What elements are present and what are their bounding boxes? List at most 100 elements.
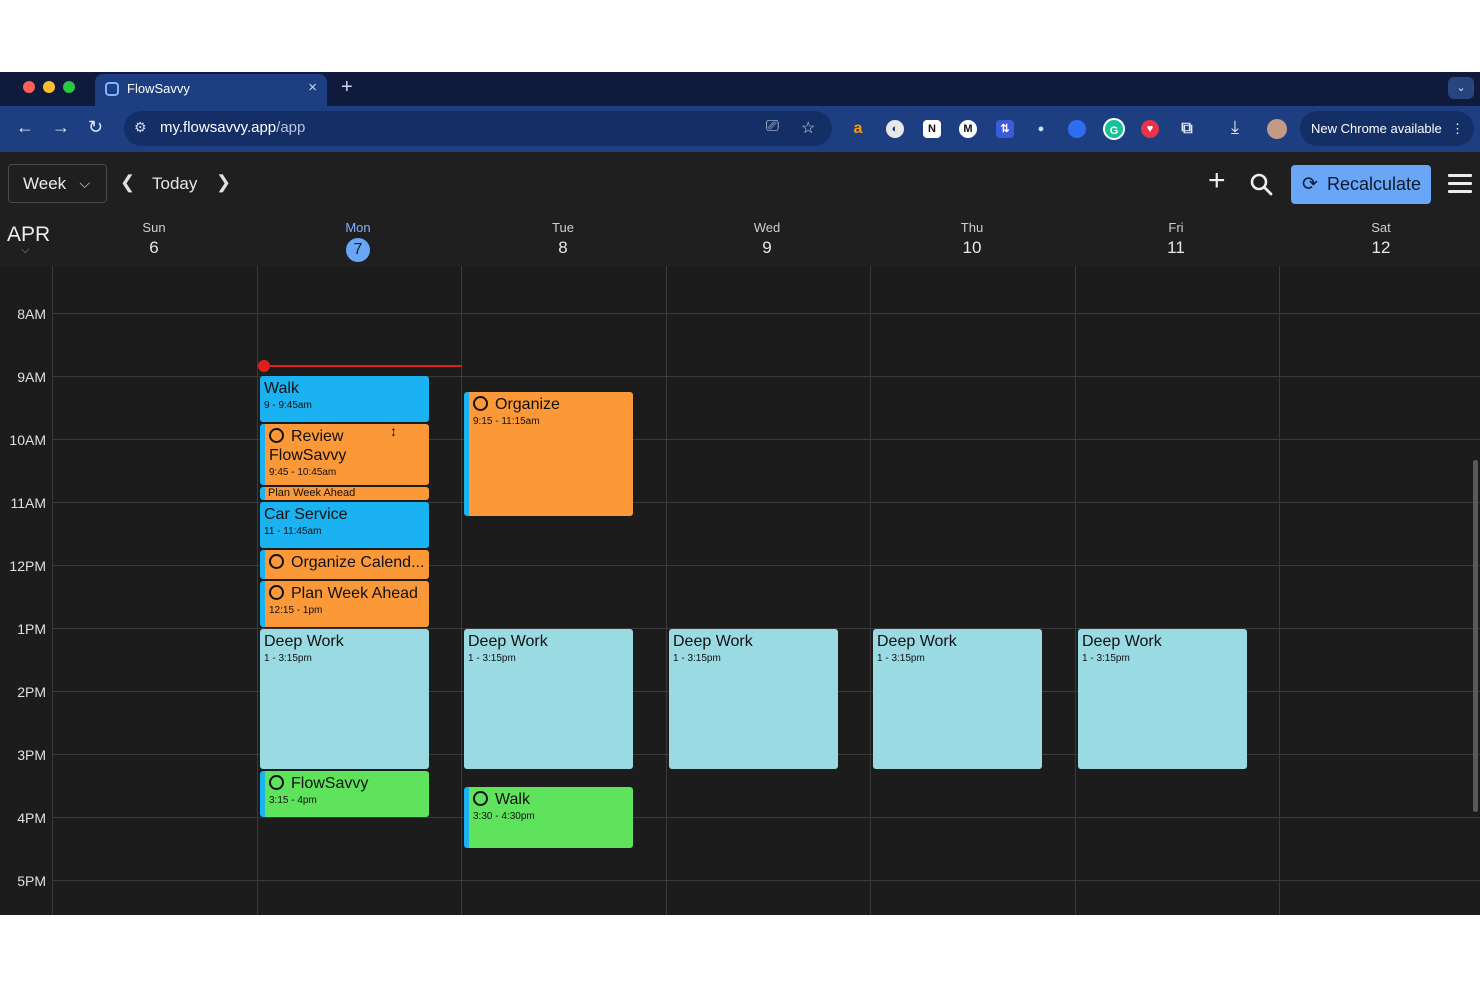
tab-close-icon[interactable]: × [308, 79, 317, 96]
recalculate-button[interactable]: ⟳ Recalculate [1291, 165, 1431, 204]
event-deep-work[interactable]: Deep Work 1 - 3:15pm [1078, 629, 1247, 769]
grid-line [52, 880, 1480, 881]
chevron-down-icon[interactable]: ⌵ [21, 244, 29, 257]
event-time: 1 - 3:15pm [264, 653, 312, 664]
event-time: 1 - 3:15pm [673, 653, 721, 664]
install-icon[interactable]: ⎚ [766, 118, 779, 136]
forward-icon[interactable]: → [52, 117, 70, 138]
today-button[interactable]: Today [152, 174, 197, 194]
extension-icon[interactable]: ◐ [886, 120, 904, 138]
event-time: 1 - 3:15pm [468, 653, 516, 664]
task-complete-circle-icon[interactable] [269, 775, 284, 790]
task-complete-circle-icon[interactable] [473, 791, 488, 806]
event-title: Walk [495, 791, 530, 808]
grammarly-extension-icon[interactable]: G [1103, 118, 1125, 140]
day-of-week: Thu [960, 220, 984, 235]
event-car-service[interactable]: Car Service 11 - 11:45am [260, 502, 429, 548]
browser-tab[interactable]: FlowSavvy × [95, 74, 327, 106]
event-organize-calendar[interactable]: Organize Calend... [260, 550, 429, 579]
url-bar[interactable]: ⚙ my.flowsavvy.app/app ⎚ ☆ [124, 111, 832, 146]
hour-label: 5PM [17, 873, 46, 889]
day-of-week: Mon [345, 220, 371, 235]
day-header-tue[interactable]: Tue 8 [533, 220, 593, 258]
profile-avatar[interactable] [1267, 119, 1287, 139]
hour-label: 2PM [17, 684, 46, 700]
task-complete-circle-icon[interactable] [269, 428, 284, 443]
medium-extension-icon[interactable]: M [959, 120, 977, 138]
reload-icon[interactable]: ↻ [88, 117, 103, 138]
previous-week-button[interactable]: ❮ [120, 172, 135, 193]
chevron-down-icon: ⌵ [79, 175, 90, 191]
event-flowsavvy[interactable]: FlowSavvy 3:15 - 4pm [260, 771, 429, 817]
extension-icon[interactable]: ● [1032, 120, 1050, 138]
event-walk[interactable]: Walk 9 - 9:45am [260, 376, 429, 422]
recalculate-label: Recalculate [1327, 174, 1422, 194]
task-complete-circle-icon[interactable] [269, 585, 284, 600]
site-settings-icon[interactable]: ⚙ [134, 119, 147, 136]
day-number: 6 [149, 238, 159, 257]
download-icon[interactable]: ⤓ [1231, 117, 1239, 138]
url-text: my.flowsavvy.app/app [160, 119, 305, 136]
event-title: FlowSavvy [291, 775, 369, 792]
app-toolbar: Week ⌵ ❮ Today ❯ + ⟳ Recalculate [0, 152, 1480, 214]
event-organize[interactable]: Organize 9:15 - 11:15am [464, 392, 633, 516]
extension-icon[interactable] [1068, 120, 1086, 138]
url-host: my.flowsavvy.app [160, 119, 277, 136]
event-deep-work[interactable]: Deep Work 1 - 3:15pm [873, 629, 1042, 769]
day-number: 8 [558, 238, 568, 257]
event-plan-week-ahead-mini[interactable]: Plan Week Ahead [260, 487, 429, 500]
back-icon[interactable]: ← [16, 117, 34, 138]
day-of-week: Tue [552, 220, 574, 235]
event-deep-work[interactable]: Deep Work 1 - 3:15pm [260, 629, 429, 769]
more-options-icon[interactable]: ⋮ [1451, 111, 1464, 146]
event-title: Deep Work [673, 633, 753, 650]
menu-icon[interactable] [1448, 174, 1472, 194]
event-time: 1 - 3:15pm [877, 653, 925, 664]
day-number: 12 [1371, 238, 1391, 257]
event-time: 9 - 9:45am [264, 400, 312, 411]
new-tab-button[interactable]: + [341, 76, 353, 99]
event-time: 1 - 3:15pm [1082, 653, 1130, 664]
task-complete-circle-icon[interactable] [473, 396, 488, 411]
calendar-grid[interactable]: 8AM 9AM 10AM 11AM 12PM 1PM 2PM 3PM 4PM 5… [0, 266, 1480, 915]
day-header-fri[interactable]: Fri 11 [1146, 220, 1206, 258]
calendar-scrollbar[interactable] [1473, 460, 1478, 812]
event-time: 3:15 - 4pm [269, 795, 317, 806]
day-header-sun[interactable]: Sun 6 [124, 220, 184, 258]
tab-search-button[interactable]: ⌄ [1448, 77, 1474, 99]
bookmark-star-icon[interactable]: ☆ [801, 118, 815, 138]
day-header-thu[interactable]: Thu 10 [942, 220, 1002, 258]
minimize-window-button[interactable] [43, 81, 55, 93]
extension-icon[interactable]: ♥ [1141, 120, 1159, 138]
event-deep-work[interactable]: Deep Work 1 - 3:15pm [669, 629, 838, 769]
extension-icon[interactable]: ⇅ [996, 120, 1014, 138]
address-bar-row: ← → ↻ ⚙ my.flowsavvy.app/app ⎚ ☆ a ◐ N M… [0, 106, 1480, 152]
day-of-week: Sun [142, 220, 166, 235]
hour-label: 3PM [17, 747, 46, 763]
new-chrome-available-button[interactable]: New Chrome available ⋮ [1300, 111, 1474, 146]
extensions-puzzle-icon[interactable]: ⧉ [1178, 120, 1196, 138]
next-week-button[interactable]: ❯ [216, 172, 231, 193]
event-title: Deep Work [1082, 633, 1162, 650]
event-plan-week-ahead[interactable]: Plan Week Ahead 12:15 - 1pm [260, 581, 429, 627]
task-complete-circle-icon[interactable] [269, 554, 284, 569]
view-select[interactable]: Week ⌵ [8, 164, 107, 203]
event-walk[interactable]: Walk 3:30 - 4:30pm [464, 787, 633, 848]
add-icon[interactable]: + [1208, 166, 1226, 196]
maximize-window-button[interactable] [63, 81, 75, 93]
event-deep-work[interactable]: Deep Work 1 - 3:15pm [464, 629, 633, 769]
hour-label: 10AM [9, 432, 46, 448]
amazon-extension-icon[interactable]: a [849, 120, 867, 138]
notion-extension-icon[interactable]: N [923, 120, 941, 138]
url-path: /app [276, 119, 306, 136]
day-header-sat[interactable]: Sat 12 [1351, 220, 1411, 258]
resize-cursor-icon: ↕ [390, 423, 397, 439]
event-review-flowsavvy[interactable]: Review FlowSavvy 9:45 - 10:45am [260, 424, 429, 485]
event-title: Plan Week Ahead [268, 487, 356, 499]
close-window-button[interactable] [23, 81, 35, 93]
search-icon[interactable] [1249, 172, 1273, 196]
day-header-wed[interactable]: Wed 9 [737, 220, 797, 258]
grid-line [52, 817, 1480, 818]
day-header-mon[interactable]: Mon 7 [328, 220, 388, 262]
day-number: 10 [962, 238, 982, 257]
